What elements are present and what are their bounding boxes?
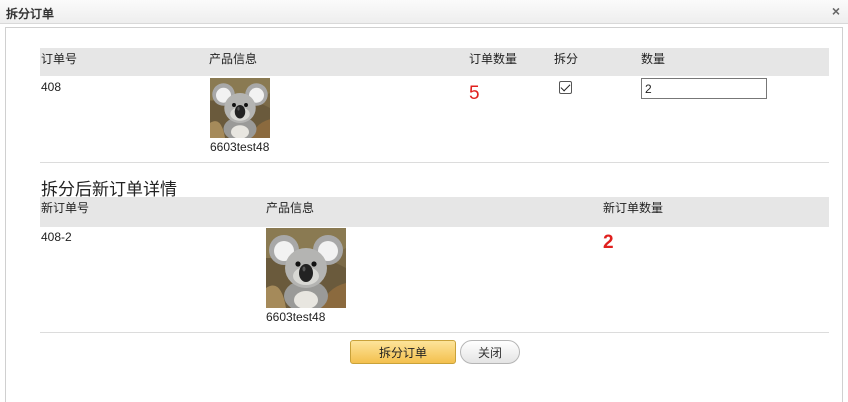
original-table-header: 订单号 产品信息 订单数量 拆分 数量 [40,48,829,76]
split-order-button[interactable]: 拆分订单 [350,340,456,364]
dialog-titlebar: 拆分订单 × [0,0,848,24]
dialog-content: 订单号 产品信息 订单数量 拆分 数量 408 6603test48 5 拆分后… [5,27,843,402]
header-split: 拆分 [554,52,579,66]
split-qty-input[interactable] [641,78,767,99]
new-product-name: 6603test48 [266,310,326,324]
header-order-no: 订单号 [41,52,78,66]
header-new-product-info: 产品信息 [266,201,315,215]
product-image [210,78,270,138]
divider [40,332,829,333]
order-qty-value: 5 [469,83,480,104]
new-order-qty-value: 2 [603,232,614,253]
header-new-order-qty: 新订单数量 [603,201,664,215]
checkbox-checked-icon[interactable] [559,81,572,94]
split-order-dialog: 拆分订单 × 订单号 产品信息 订单数量 拆分 数量 408 6603test4… [0,0,848,402]
new-product-image [266,228,346,308]
header-order-qty: 订单数量 [469,52,518,66]
close-icon[interactable]: × [832,3,840,19]
divider [40,162,829,163]
header-qty: 数量 [641,52,666,66]
order-no-value: 408 [41,80,62,94]
dialog-title: 拆分订单 [6,7,55,21]
header-new-order-no: 新订单号 [41,201,90,215]
new-order-table-header: 新订单号 产品信息 新订单数量 [40,197,829,227]
close-button[interactable]: 关闭 [460,340,520,364]
header-product-info: 产品信息 [209,52,258,66]
product-name: 6603test48 [210,140,270,154]
new-order-no-value: 408-2 [41,230,72,244]
